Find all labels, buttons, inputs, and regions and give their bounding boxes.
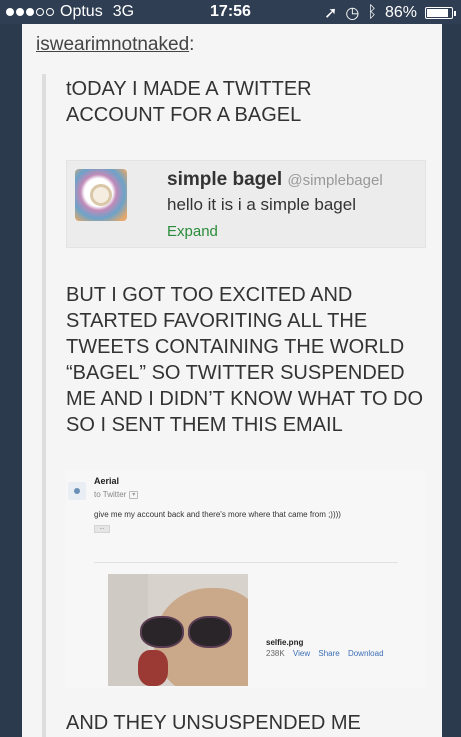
chevron-down-icon[interactable]: ▾ bbox=[129, 490, 139, 499]
tweet-handle: @simplebagel bbox=[287, 172, 383, 189]
divider bbox=[94, 562, 398, 563]
tweet-author: simple bagel @simplebagel bbox=[167, 169, 383, 190]
expand-link[interactable]: Expand bbox=[167, 223, 218, 240]
attachment-size: 238K bbox=[266, 649, 285, 658]
view-link[interactable]: View bbox=[293, 649, 310, 658]
post-author[interactable]: iswearimnotnaked: bbox=[36, 34, 194, 56]
bluetooth-icon: ᛒ bbox=[367, 4, 377, 21]
location-icon: ➚ bbox=[323, 5, 338, 22]
alarm-icon: ◷ bbox=[345, 5, 360, 22]
battery-percent: 86% bbox=[384, 4, 417, 21]
attachment-filename: selfie.png bbox=[266, 638, 304, 647]
post-card: iswearimnotnaked: tODAY I MADE A TWITTER… bbox=[22, 24, 442, 737]
tweet-text: hello it is i a simple bagel bbox=[167, 195, 356, 214]
user-avatar-icon bbox=[68, 482, 86, 500]
post-text-middle: BUT I GOT TOO EXCITED AND STARTED FAVORI… bbox=[66, 284, 424, 436]
download-link[interactable]: Download bbox=[348, 649, 384, 658]
post-text-outro: AND THEY UNSUSPENDED ME bbox=[66, 712, 361, 734]
post-text-intro: tODAY I MADE A TWITTER ACCOUNT FOR A BAG… bbox=[66, 78, 312, 126]
battery-icon bbox=[425, 7, 456, 19]
selfie-thumbnail[interactable] bbox=[108, 574, 248, 686]
share-link[interactable]: Share bbox=[318, 649, 339, 658]
embedded-tweet[interactable]: simple bagel @simplebagel hello it is i … bbox=[66, 160, 426, 248]
username-link[interactable]: iswearimnotnaked bbox=[36, 34, 189, 55]
attachment-info: selfie.png 238K View Share Download bbox=[266, 638, 384, 658]
email-recipient: to Twitter ▾ bbox=[94, 490, 139, 499]
quote-bar bbox=[42, 74, 46, 737]
show-trimmed-button[interactable]: ... bbox=[94, 525, 110, 533]
email-body: give me my account back and there's more… bbox=[94, 510, 341, 519]
email-sender: Aerial bbox=[94, 476, 120, 486]
bagel-avatar bbox=[75, 169, 127, 221]
status-bar: Optus 3G 17:56 ➚ ◷ ᛒ 86% bbox=[0, 0, 461, 24]
email-screenshot: Aerial to Twitter ▾ give me my account b… bbox=[66, 470, 426, 688]
